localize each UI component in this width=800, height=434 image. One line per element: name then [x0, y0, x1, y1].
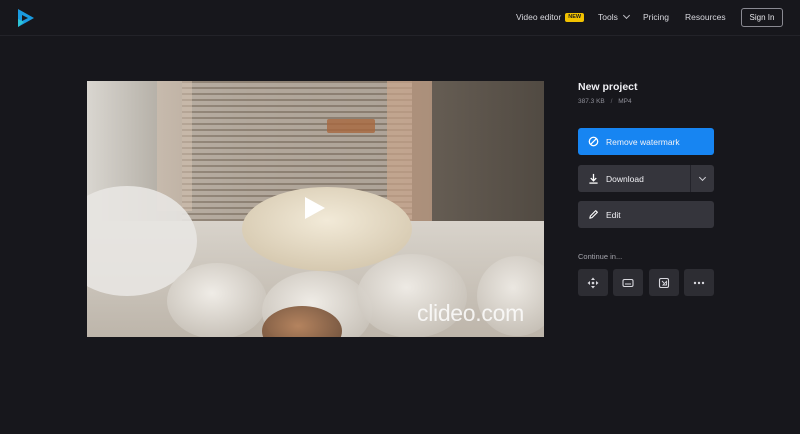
continue-tool-more[interactable]: [684, 269, 714, 296]
download-label: Download: [606, 173, 644, 184]
file-size: 387.3 KB: [578, 98, 605, 105]
chevron-down-icon: [622, 11, 630, 20]
edit-label: Edit: [606, 209, 621, 220]
download-options-toggle[interactable]: [690, 165, 714, 192]
move-icon: [587, 277, 599, 288]
continue-tool-subtitles[interactable]: [613, 269, 643, 296]
file-format: MP4: [618, 98, 632, 105]
clideo-logo-icon[interactable]: [16, 8, 36, 28]
download-button[interactable]: Download: [578, 165, 714, 192]
nav-tools-label: Tools: [598, 12, 618, 22]
nav-tools[interactable]: Tools: [598, 11, 630, 22]
remove-watermark-label: Remove watermark: [606, 136, 680, 147]
chevron-down-icon: [698, 173, 707, 181]
nav-video-editor[interactable]: Video editor NEW: [516, 12, 585, 22]
project-title: New project: [578, 81, 638, 93]
more-icon: [693, 281, 705, 284]
continue-tool-move[interactable]: [578, 269, 608, 296]
edit-button[interactable]: Edit: [578, 201, 714, 228]
project-meta: 387.3 KB / MP4: [578, 98, 632, 105]
crop-icon: [658, 277, 670, 288]
continue-tool-crop[interactable]: [649, 269, 679, 296]
subtitle-icon: [622, 278, 634, 287]
no-sign-icon: [588, 136, 599, 147]
play-icon[interactable]: [304, 196, 326, 220]
nav-pricing[interactable]: Pricing: [643, 12, 669, 22]
new-badge: NEW: [565, 12, 585, 22]
continue-in-label: Continue in...: [578, 252, 623, 261]
remove-watermark-button[interactable]: Remove watermark: [578, 128, 714, 155]
nav-resources[interactable]: Resources: [685, 12, 726, 22]
nav-video-editor-label: Video editor: [516, 12, 562, 22]
meta-separator: /: [610, 98, 613, 105]
watermark-text: clideo.com: [417, 300, 524, 326]
sign-in-button[interactable]: Sign In: [741, 8, 783, 27]
download-icon: [589, 173, 598, 184]
header: Video editor NEW Tools Pricing Resources…: [0, 0, 800, 36]
pencil-icon: [589, 210, 598, 219]
